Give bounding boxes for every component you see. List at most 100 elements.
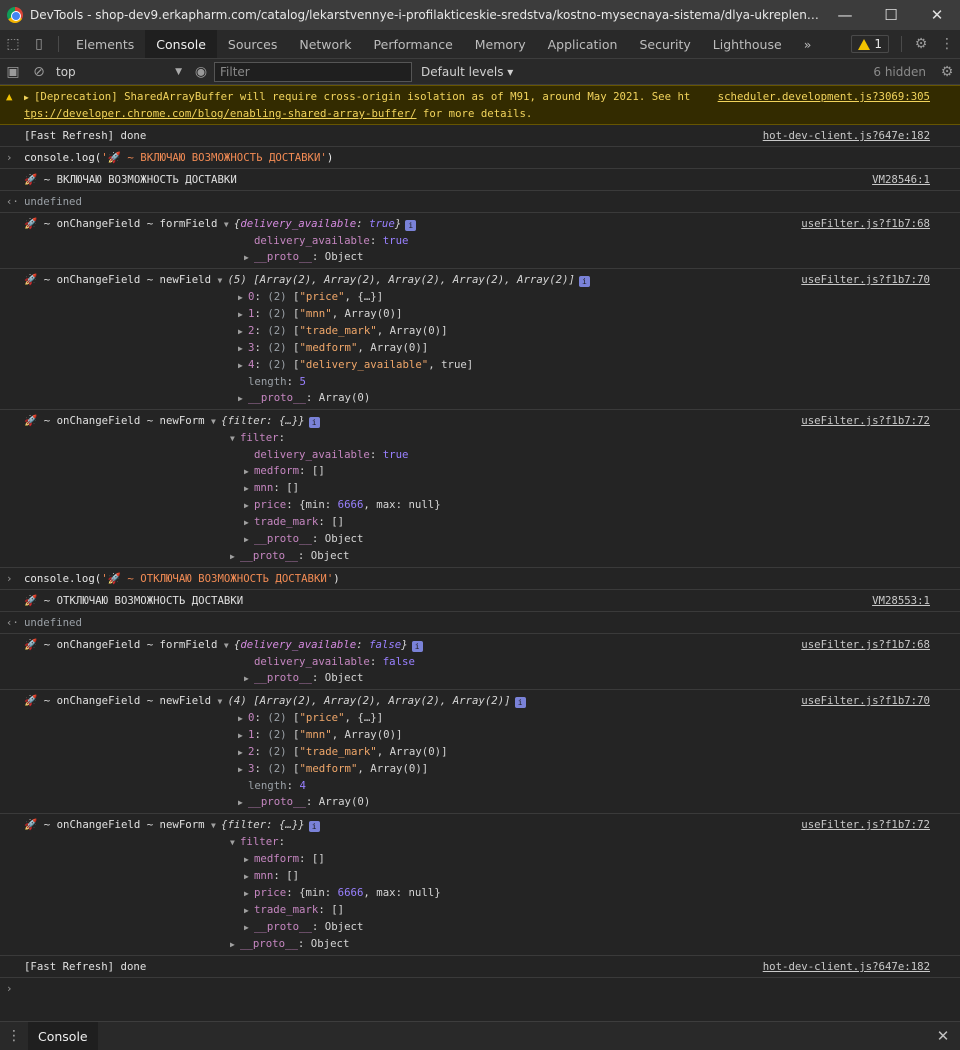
more-tabs-button[interactable]: »	[793, 30, 823, 58]
console-result: ‹· undefined	[0, 612, 960, 634]
minimize-button[interactable]: —	[822, 0, 868, 30]
clear-console-icon[interactable]: ⊘	[26, 58, 52, 86]
expand-arrow-icon[interactable]: ▶	[244, 515, 254, 531]
source-link[interactable]: useFilter.js?f1b7:70	[801, 272, 930, 288]
expand-arrow-icon[interactable]: ▶	[244, 464, 254, 480]
array-index: 2	[248, 324, 255, 337]
proto-value: Object	[324, 532, 364, 545]
console-message-object: 🚀 ~ onChangeField ~ formField ▼ {delivery…	[0, 634, 960, 690]
drawer-menu-icon[interactable]: ⋮	[0, 1028, 28, 1044]
array-length: (2)	[267, 290, 287, 303]
expand-arrow-icon[interactable]: ▶	[238, 728, 248, 744]
expand-arrow-icon[interactable]: ▶	[244, 920, 254, 936]
filter-key: filter	[240, 835, 279, 848]
info-icon[interactable]: i	[405, 220, 417, 231]
docs-link[interactable]: tps://developer.chrome.com/blog/enabling…	[24, 107, 417, 120]
chrome-icon	[7, 7, 23, 23]
device-toolbar-icon[interactable]: ▯	[26, 30, 52, 58]
tab-performance[interactable]: Performance	[363, 30, 464, 58]
command-string: '🚀 ~ ОТКЛЮЧАЮ ВОЗМОЖНОСТЬ ДОСТАВКИ'	[101, 572, 334, 585]
console-prompt[interactable]: ›	[0, 978, 960, 999]
expand-arrow-icon[interactable]: ▶	[230, 549, 240, 565]
close-drawer-icon[interactable]: ✕	[926, 1027, 960, 1045]
expand-arrow-icon[interactable]: ▶	[244, 869, 254, 885]
filter-input[interactable]	[214, 61, 412, 82]
tab-sources[interactable]: Sources	[217, 30, 288, 58]
array-length: (2)	[267, 307, 287, 320]
tab-memory[interactable]: Memory	[464, 30, 537, 58]
collapse-arrow-icon[interactable]: ▼	[211, 818, 221, 834]
expand-arrow-icon[interactable]: ▶	[238, 307, 248, 323]
console-message-object: 🚀 ~ onChangeField ~ newForm ▼ {filter: {……	[0, 814, 960, 956]
tab-application[interactable]: Application	[537, 30, 629, 58]
expand-arrow-icon[interactable]: ▶	[244, 852, 254, 868]
source-link[interactable]: useFilter.js?f1b7:72	[801, 413, 930, 429]
expand-arrow-icon[interactable]: ▶	[238, 391, 248, 407]
expand-arrow-icon[interactable]: ▶	[244, 671, 254, 687]
console-settings-gear-icon[interactable]: ⚙	[934, 58, 960, 86]
source-link[interactable]: useFilter.js?f1b7:68	[801, 637, 930, 653]
expand-arrow-icon[interactable]: ▶	[244, 481, 254, 497]
proto-value: Object	[324, 250, 364, 263]
tab-console[interactable]: Console	[145, 30, 217, 58]
expand-arrow-icon[interactable]: ▶	[238, 324, 248, 340]
expand-arrow-icon[interactable]: ▶	[238, 290, 248, 306]
source-link[interactable]: hot-dev-client.js?647e:182	[763, 959, 930, 975]
expand-arrow-icon[interactable]: ▶	[24, 90, 34, 106]
array-length: (2)	[267, 358, 287, 371]
close-window-button[interactable]: ✕	[914, 0, 960, 30]
maximize-button[interactable]: ☐	[868, 0, 914, 30]
collapse-arrow-icon[interactable]: ▼	[217, 694, 227, 710]
array-item-name: "price"	[299, 290, 345, 303]
expand-arrow-icon[interactable]: ▶	[238, 762, 248, 778]
tab-lighthouse[interactable]: Lighthouse	[702, 30, 793, 58]
warning-badge[interactable]: 1	[851, 35, 889, 53]
expand-arrow-icon[interactable]: ▶	[238, 358, 248, 374]
source-link[interactable]: VM28546:1	[872, 172, 930, 188]
gear-icon[interactable]: ⚙	[908, 30, 934, 58]
kebab-menu-icon[interactable]: ⋮	[934, 30, 960, 58]
warning-text: [Deprecation] SharedArrayBuffer will req…	[34, 90, 691, 103]
context-select[interactable]: top ▼	[52, 62, 188, 82]
info-icon[interactable]: i	[514, 697, 526, 708]
expand-arrow-icon[interactable]: ▶	[238, 711, 248, 727]
sidebar-toggle-icon[interactable]: ▣	[0, 58, 26, 86]
expand-arrow-icon[interactable]: ▶	[244, 250, 254, 266]
source-link[interactable]: scheduler.development.js?3069:305	[713, 89, 930, 105]
proto-key: __proto__	[248, 391, 306, 404]
log-text: 🚀 ~ ВКЛЮЧАЮ ВОЗМОЖНОСТЬ ДОСТАВКИ	[24, 173, 237, 186]
expand-arrow-icon[interactable]: ▶	[230, 937, 240, 953]
collapse-arrow-icon[interactable]: ▼	[224, 217, 234, 233]
source-link[interactable]: useFilter.js?f1b7:68	[801, 216, 930, 232]
info-icon[interactable]: i	[578, 276, 590, 287]
info-icon[interactable]: i	[308, 417, 320, 428]
expand-arrow-icon[interactable]: ▶	[244, 886, 254, 902]
inspect-element-icon[interactable]: ⬚	[0, 30, 26, 58]
collapse-arrow-icon[interactable]: ▼	[230, 835, 240, 851]
info-icon[interactable]: i	[308, 821, 320, 832]
collapse-arrow-icon[interactable]: ▼	[217, 273, 227, 289]
expand-arrow-icon[interactable]: ▶	[238, 341, 248, 357]
medform-value: []	[311, 852, 325, 865]
expand-arrow-icon[interactable]: ▶	[238, 795, 248, 811]
collapse-arrow-icon[interactable]: ▼	[211, 414, 221, 430]
drawer-tab-console[interactable]: Console	[28, 1022, 98, 1050]
result-value: undefined	[24, 616, 82, 629]
expand-arrow-icon[interactable]: ▶	[244, 903, 254, 919]
info-icon[interactable]: i	[411, 641, 423, 652]
log-levels-dropdown[interactable]: Default levels ▾	[421, 65, 513, 79]
source-link[interactable]: hot-dev-client.js?647e:182	[763, 128, 930, 144]
source-link[interactable]: useFilter.js?f1b7:70	[801, 693, 930, 709]
collapse-arrow-icon[interactable]: ▼	[230, 431, 240, 447]
source-link[interactable]: VM28553:1	[872, 593, 930, 609]
price-prefix: {min:	[299, 886, 338, 899]
tab-network[interactable]: Network	[288, 30, 362, 58]
expand-arrow-icon[interactable]: ▶	[238, 745, 248, 761]
tab-elements[interactable]: Elements	[65, 30, 145, 58]
eye-icon[interactable]: ◉	[188, 58, 214, 86]
collapse-arrow-icon[interactable]: ▼	[224, 638, 234, 654]
expand-arrow-icon[interactable]: ▶	[244, 532, 254, 548]
expand-arrow-icon[interactable]: ▶	[244, 498, 254, 514]
source-link[interactable]: useFilter.js?f1b7:72	[801, 817, 930, 833]
tab-security[interactable]: Security	[628, 30, 701, 58]
